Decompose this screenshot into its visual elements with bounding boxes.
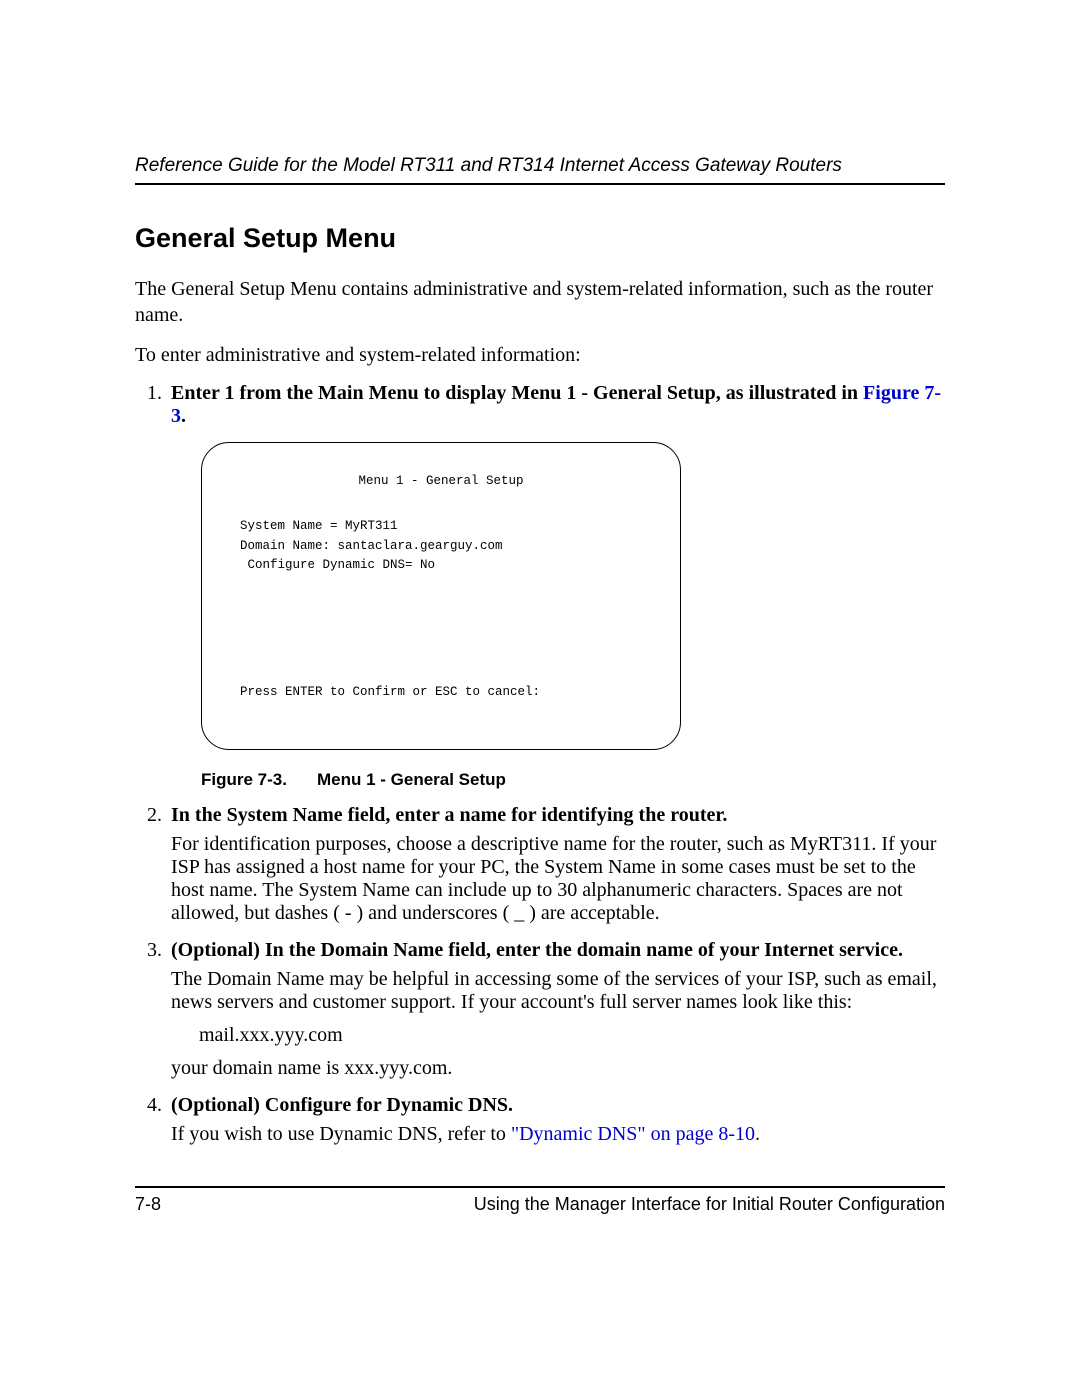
system-name-label: System Name =: [240, 519, 345, 533]
running-header: Reference Guide for the Model RT311 and …: [135, 155, 945, 185]
step-1-lead: Enter 1 from the Main Menu to display Me…: [171, 382, 863, 404]
dyn-dns-value: No: [420, 558, 435, 572]
intro-paragraph-2: To enter administrative and system-relat…: [135, 342, 945, 368]
step-2: In the System Name field, enter a name f…: [167, 804, 945, 925]
step-4-lead: (Optional) Configure for Dynamic DNS.: [171, 1094, 513, 1116]
step-4-post: .: [755, 1123, 760, 1145]
section-heading: General Setup Menu: [135, 223, 945, 254]
menu-prompt: Press ENTER to Confirm or ESC to cancel:: [240, 683, 666, 702]
chapter-title: Using the Manager Interface for Initial …: [474, 1194, 945, 1215]
step-3: (Optional) In the Domain Name field, ent…: [167, 939, 945, 1080]
menu-screenshot: Menu 1 - General Setup System Name = MyR…: [201, 442, 681, 750]
intro-paragraph-1: The General Setup Menu contains administ…: [135, 276, 945, 328]
document-page: Reference Guide for the Model RT311 and …: [0, 0, 1080, 1215]
figure-caption-text: Menu 1 - General Setup: [317, 770, 506, 789]
step-list: Enter 1 from the Main Menu to display Me…: [135, 382, 945, 1146]
domain-name-label: Domain Name:: [240, 539, 338, 553]
step-4: (Optional) Configure for Dynamic DNS. If…: [167, 1094, 945, 1146]
step-1-tail: .: [181, 405, 186, 427]
step-2-body: For identification purposes, choose a de…: [171, 833, 945, 925]
figure-caption: Figure 7-3. Menu 1 - General Setup: [201, 770, 945, 790]
step-2-lead: In the System Name field, enter a name f…: [171, 804, 727, 826]
page-footer: 7-8 Using the Manager Interface for Init…: [135, 1186, 945, 1215]
step-3-lead: (Optional) In the Domain Name field, ent…: [171, 939, 903, 961]
domain-name-value: santaclara.gearguy.com: [338, 539, 503, 553]
step-4-body: If you wish to use Dynamic DNS, refer to…: [171, 1123, 945, 1146]
step-3-body-1: The Domain Name may be helpful in access…: [171, 968, 945, 1014]
step-1: Enter 1 from the Main Menu to display Me…: [167, 382, 945, 790]
system-name-value: MyRT311: [345, 519, 398, 533]
dynamic-dns-link[interactable]: "Dynamic DNS" on page 8-10: [511, 1123, 755, 1145]
menu-body: System Name = MyRT311 Domain Name: santa…: [240, 517, 666, 575]
page-number: 7-8: [135, 1194, 161, 1215]
dyn-dns-label: Configure Dynamic DNS=: [240, 558, 420, 572]
menu-title: Menu 1 - General Setup: [216, 472, 666, 491]
step-4-pre: If you wish to use Dynamic DNS, refer to: [171, 1123, 511, 1145]
figure-container: Menu 1 - General Setup System Name = MyR…: [201, 442, 945, 790]
figure-label: Figure 7-3.: [201, 770, 287, 789]
step-3-body-2: your domain name is xxx.yyy.com.: [171, 1057, 945, 1080]
step-3-example: mail.xxx.yyy.com: [199, 1024, 945, 1047]
